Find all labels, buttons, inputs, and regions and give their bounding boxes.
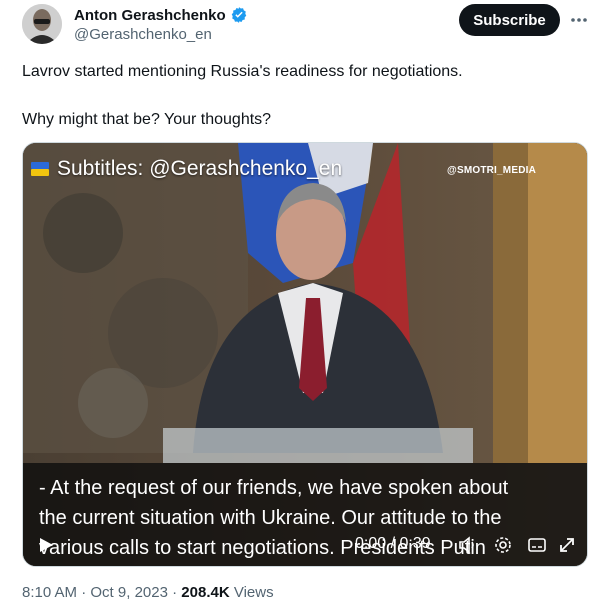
tweet-line-1: Lavrov started mentioning Russia's readi… [22, 63, 463, 80]
subtitle-credit-text: Subtitles: @Gerashchenko_en [57, 157, 343, 180]
caption-line-1: - At the request of our friends, we have… [39, 477, 509, 499]
verified-badge-icon [231, 7, 246, 23]
volume-icon[interactable] [457, 535, 477, 555]
tweet-text: Lavrov started mentioning Russia's readi… [22, 60, 582, 132]
avatar[interactable] [22, 4, 62, 44]
fullscreen-icon[interactable] [557, 535, 577, 555]
ukraine-flag-icon [31, 162, 49, 176]
caption-line-2: the current situation with Ukraine. Our … [39, 507, 502, 529]
tweet-time[interactable]: 8:10 AM [22, 584, 77, 601]
video-player[interactable]: Subtitles: @Gerashchenko_en @SMOTRI_MEDI… [22, 142, 588, 567]
views-label: Views [233, 584, 274, 601]
author-row[interactable]: Anton Gerashchenko [74, 6, 248, 24]
meta-separator: · [81, 584, 91, 601]
play-icon[interactable] [37, 536, 55, 554]
video-controls: 0:00 / 0:39 [37, 533, 577, 557]
subtitle-credit-overlay: Subtitles: @Gerashchenko_en [31, 157, 342, 181]
subscribe-button[interactable]: Subscribe [459, 4, 560, 36]
views-count: 208.4K [181, 584, 230, 601]
tweet-line-2: Why might that be? Your thoughts? [22, 111, 272, 128]
more-options-icon[interactable] [568, 10, 590, 30]
settings-gear-icon[interactable] [493, 535, 513, 555]
meta-separator: · [172, 584, 182, 601]
watermark: @SMOTRI_MEDIA [447, 165, 537, 176]
tweet-metadata: 8:10 AM · Oct 9, 2023 · 208.4K Views [22, 584, 274, 601]
author-name[interactable]: Anton Gerashchenko [74, 7, 226, 24]
author-handle[interactable]: @Gerashchenko_en [74, 26, 212, 43]
tweet-date[interactable]: Oct 9, 2023 [90, 584, 168, 601]
video-time: 0:00 / 0:39 [355, 535, 431, 552]
subtitles-icon[interactable] [527, 535, 547, 555]
